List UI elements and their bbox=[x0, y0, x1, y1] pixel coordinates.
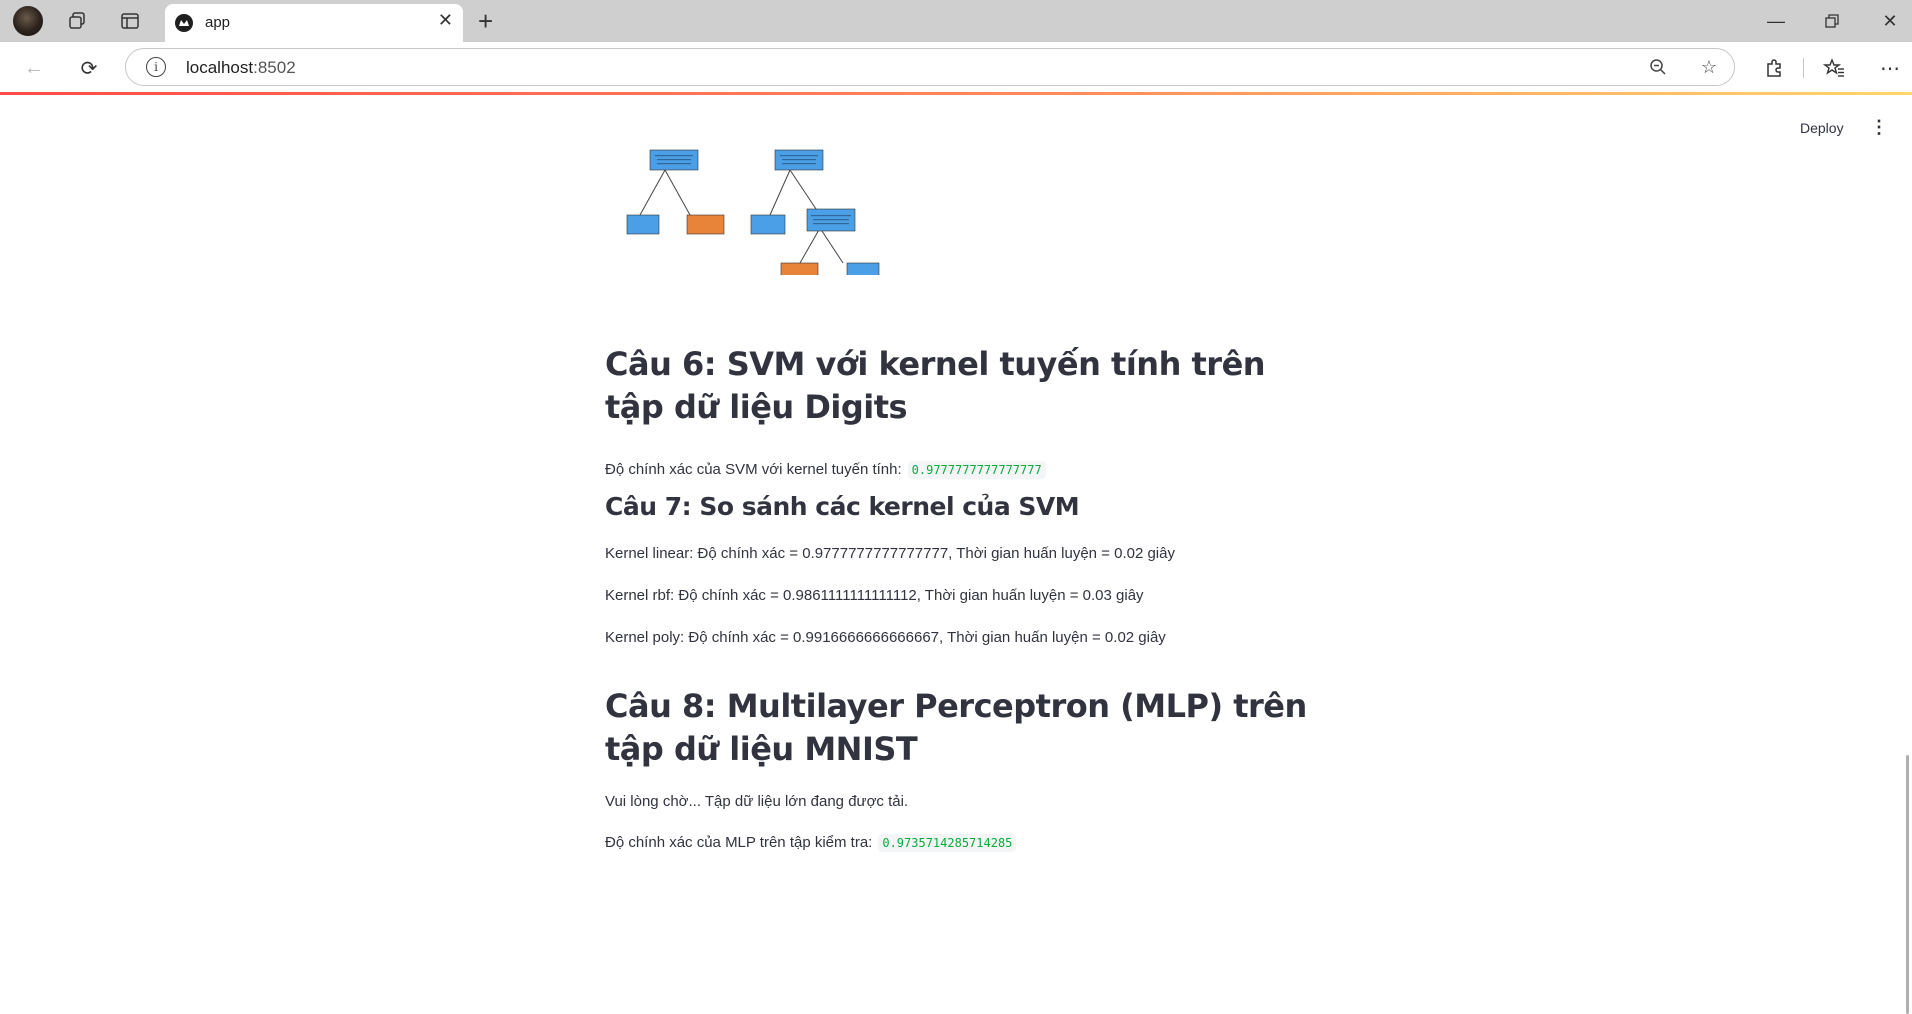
url-text[interactable]: localhost:8502 bbox=[186, 58, 296, 78]
deploy-button[interactable]: Deploy bbox=[1800, 120, 1844, 136]
q7-kernel-poly: Kernel poly: Độ chính xác = 0.9916666666… bbox=[605, 629, 1166, 646]
q8-loading-text: Vui lòng chờ... Tập dữ liệu lớn đang đượ… bbox=[605, 793, 909, 810]
settings-more-icon[interactable]: ⋯ bbox=[1874, 52, 1906, 84]
main-menu-icon[interactable]: ⋮ bbox=[1870, 117, 1888, 138]
url-port: :8502 bbox=[253, 58, 296, 77]
q8-accuracy-value: 0.9735714285714285 bbox=[878, 834, 1017, 852]
address-bar[interactable]: i localhost:8502 ☆ bbox=[125, 48, 1735, 86]
favorites-icon[interactable] bbox=[1818, 52, 1850, 84]
browser-toolbar: ← ⟳ i localhost:8502 ☆ ⋯ bbox=[0, 42, 1912, 92]
q8-accuracy-line: Độ chính xác của MLP trên tập kiểm tra: 0… bbox=[605, 834, 1017, 852]
restore-icon[interactable] bbox=[1812, 6, 1852, 36]
reload-icon[interactable]: ⟳ bbox=[73, 52, 105, 84]
decision-tree-plot bbox=[626, 149, 880, 275]
q7-kernel-linear: Kernel linear: Độ chính xác = 0.97777777… bbox=[605, 545, 1175, 562]
q6-accuracy-value: 0.9777777777777777 bbox=[907, 461, 1046, 479]
q8-accuracy-label: Độ chính xác của MLP trên tập kiểm tra: bbox=[605, 834, 873, 851]
minimize-icon[interactable]: — bbox=[1756, 6, 1796, 36]
tree-node-leaf bbox=[846, 262, 880, 275]
tree-node-leaf bbox=[626, 214, 660, 235]
tree-node-leaf bbox=[686, 214, 725, 235]
tab-strip: app ✕ + — ✕ bbox=[0, 0, 1912, 42]
close-window-icon[interactable]: ✕ bbox=[1870, 6, 1910, 36]
workspaces-icon[interactable] bbox=[62, 6, 92, 36]
zoom-out-icon[interactable] bbox=[1644, 53, 1672, 81]
streamlit-favicon-icon bbox=[175, 14, 193, 32]
q7-kernel-rbf: Kernel rbf: Độ chính xác = 0.98611111111… bbox=[605, 587, 1144, 604]
favorite-star-icon[interactable]: ☆ bbox=[1695, 53, 1723, 81]
profile-avatar[interactable] bbox=[13, 6, 43, 36]
tree-node-leaf bbox=[750, 214, 786, 235]
section-title-q6: Câu 6: SVM với kernel tuyến tính trên tậ… bbox=[605, 345, 1266, 426]
tab-actions-icon[interactable] bbox=[115, 6, 145, 36]
app-page: Deploy ⋮ Câu 6: SVM với kernel tuyến tín… bbox=[0, 95, 1912, 1014]
q6-accuracy-label: Độ chính xác của SVM với kernel tuyến tí… bbox=[605, 461, 902, 478]
toolbar-divider bbox=[1803, 58, 1804, 78]
tab-app[interactable]: app ✕ bbox=[165, 4, 463, 42]
site-info-icon[interactable]: i bbox=[146, 57, 166, 77]
url-host: localhost bbox=[186, 58, 254, 77]
back-icon[interactable]: ← bbox=[18, 52, 50, 84]
section-title-q8: Câu 8: Multilayer Perceptron (MLP) trên … bbox=[605, 687, 1307, 768]
page-scrollbar[interactable] bbox=[1906, 755, 1909, 1014]
tree-node-leaf bbox=[780, 262, 819, 275]
new-tab-icon[interactable]: + bbox=[478, 6, 493, 36]
close-tab-icon[interactable]: ✕ bbox=[438, 10, 453, 31]
section-title-q7: Câu 7: So sánh các kernel của SVM bbox=[605, 492, 1080, 521]
q6-accuracy-line: Độ chính xác của SVM với kernel tuyến tí… bbox=[605, 461, 1046, 479]
extensions-icon[interactable] bbox=[1758, 52, 1790, 84]
tab-title: app bbox=[205, 14, 231, 31]
